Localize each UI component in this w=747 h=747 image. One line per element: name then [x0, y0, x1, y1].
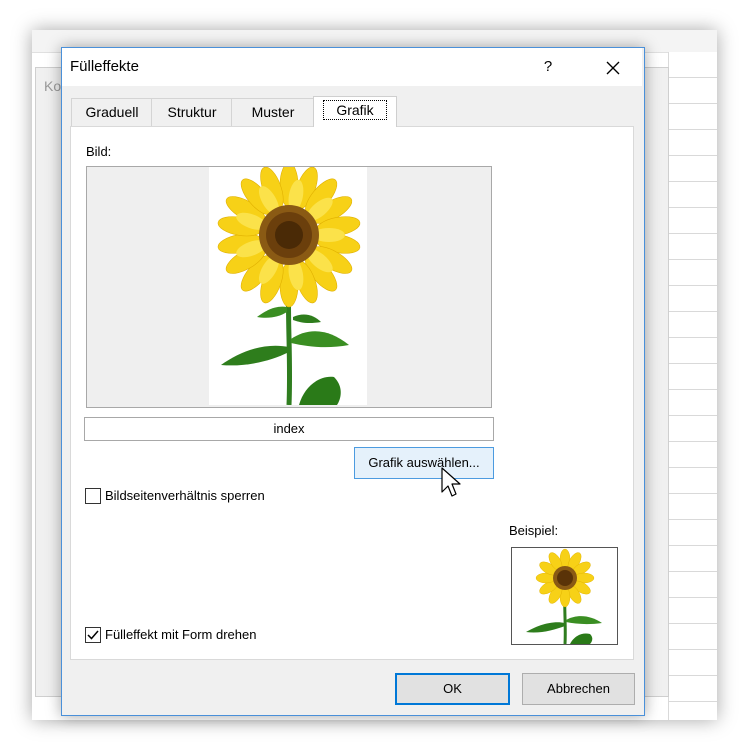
- picture-name-field: index: [84, 417, 494, 441]
- sunflower-image: [526, 548, 602, 644]
- tab-muster[interactable]: Muster: [231, 98, 315, 126]
- lock-aspect-checkbox[interactable]: [85, 488, 101, 504]
- preview-label: Beispiel:: [509, 523, 559, 538]
- check-icon: [87, 630, 99, 640]
- mouse-pointer-icon: [441, 467, 461, 497]
- sunflower-image: [217, 162, 361, 406]
- ok-button[interactable]: OK: [395, 673, 510, 705]
- select-picture-button[interactable]: Grafik auswählen...: [354, 447, 494, 479]
- rotate-with-shape-label[interactable]: Fülleffekt mit Form drehen: [105, 627, 256, 642]
- help-button[interactable]: ?: [533, 55, 563, 79]
- close-icon: [606, 61, 620, 75]
- tab-grafik[interactable]: Grafik: [313, 96, 397, 127]
- picture-canvas: [209, 162, 367, 406]
- preview-sample: [511, 547, 618, 645]
- ok-label: OK: [443, 681, 462, 696]
- tab-struktur[interactable]: Struktur: [151, 98, 233, 126]
- close-button[interactable]: [598, 55, 628, 79]
- spreadsheet-grid: [668, 52, 717, 720]
- rotate-with-shape-checkbox[interactable]: [85, 627, 101, 643]
- lock-aspect-label[interactable]: Bildseitenverhältnis sperren: [105, 488, 265, 503]
- dialog-title: Fülleffekte: [70, 58, 139, 75]
- cancel-label: Abbrechen: [547, 681, 610, 696]
- cancel-button[interactable]: Abbrechen: [522, 673, 635, 705]
- picture-label: Bild:: [86, 144, 112, 159]
- background-dialog-title: Ko: [44, 78, 62, 94]
- tab-grafik-label: Grafik: [323, 100, 387, 120]
- tab-graduell[interactable]: Graduell: [71, 98, 153, 126]
